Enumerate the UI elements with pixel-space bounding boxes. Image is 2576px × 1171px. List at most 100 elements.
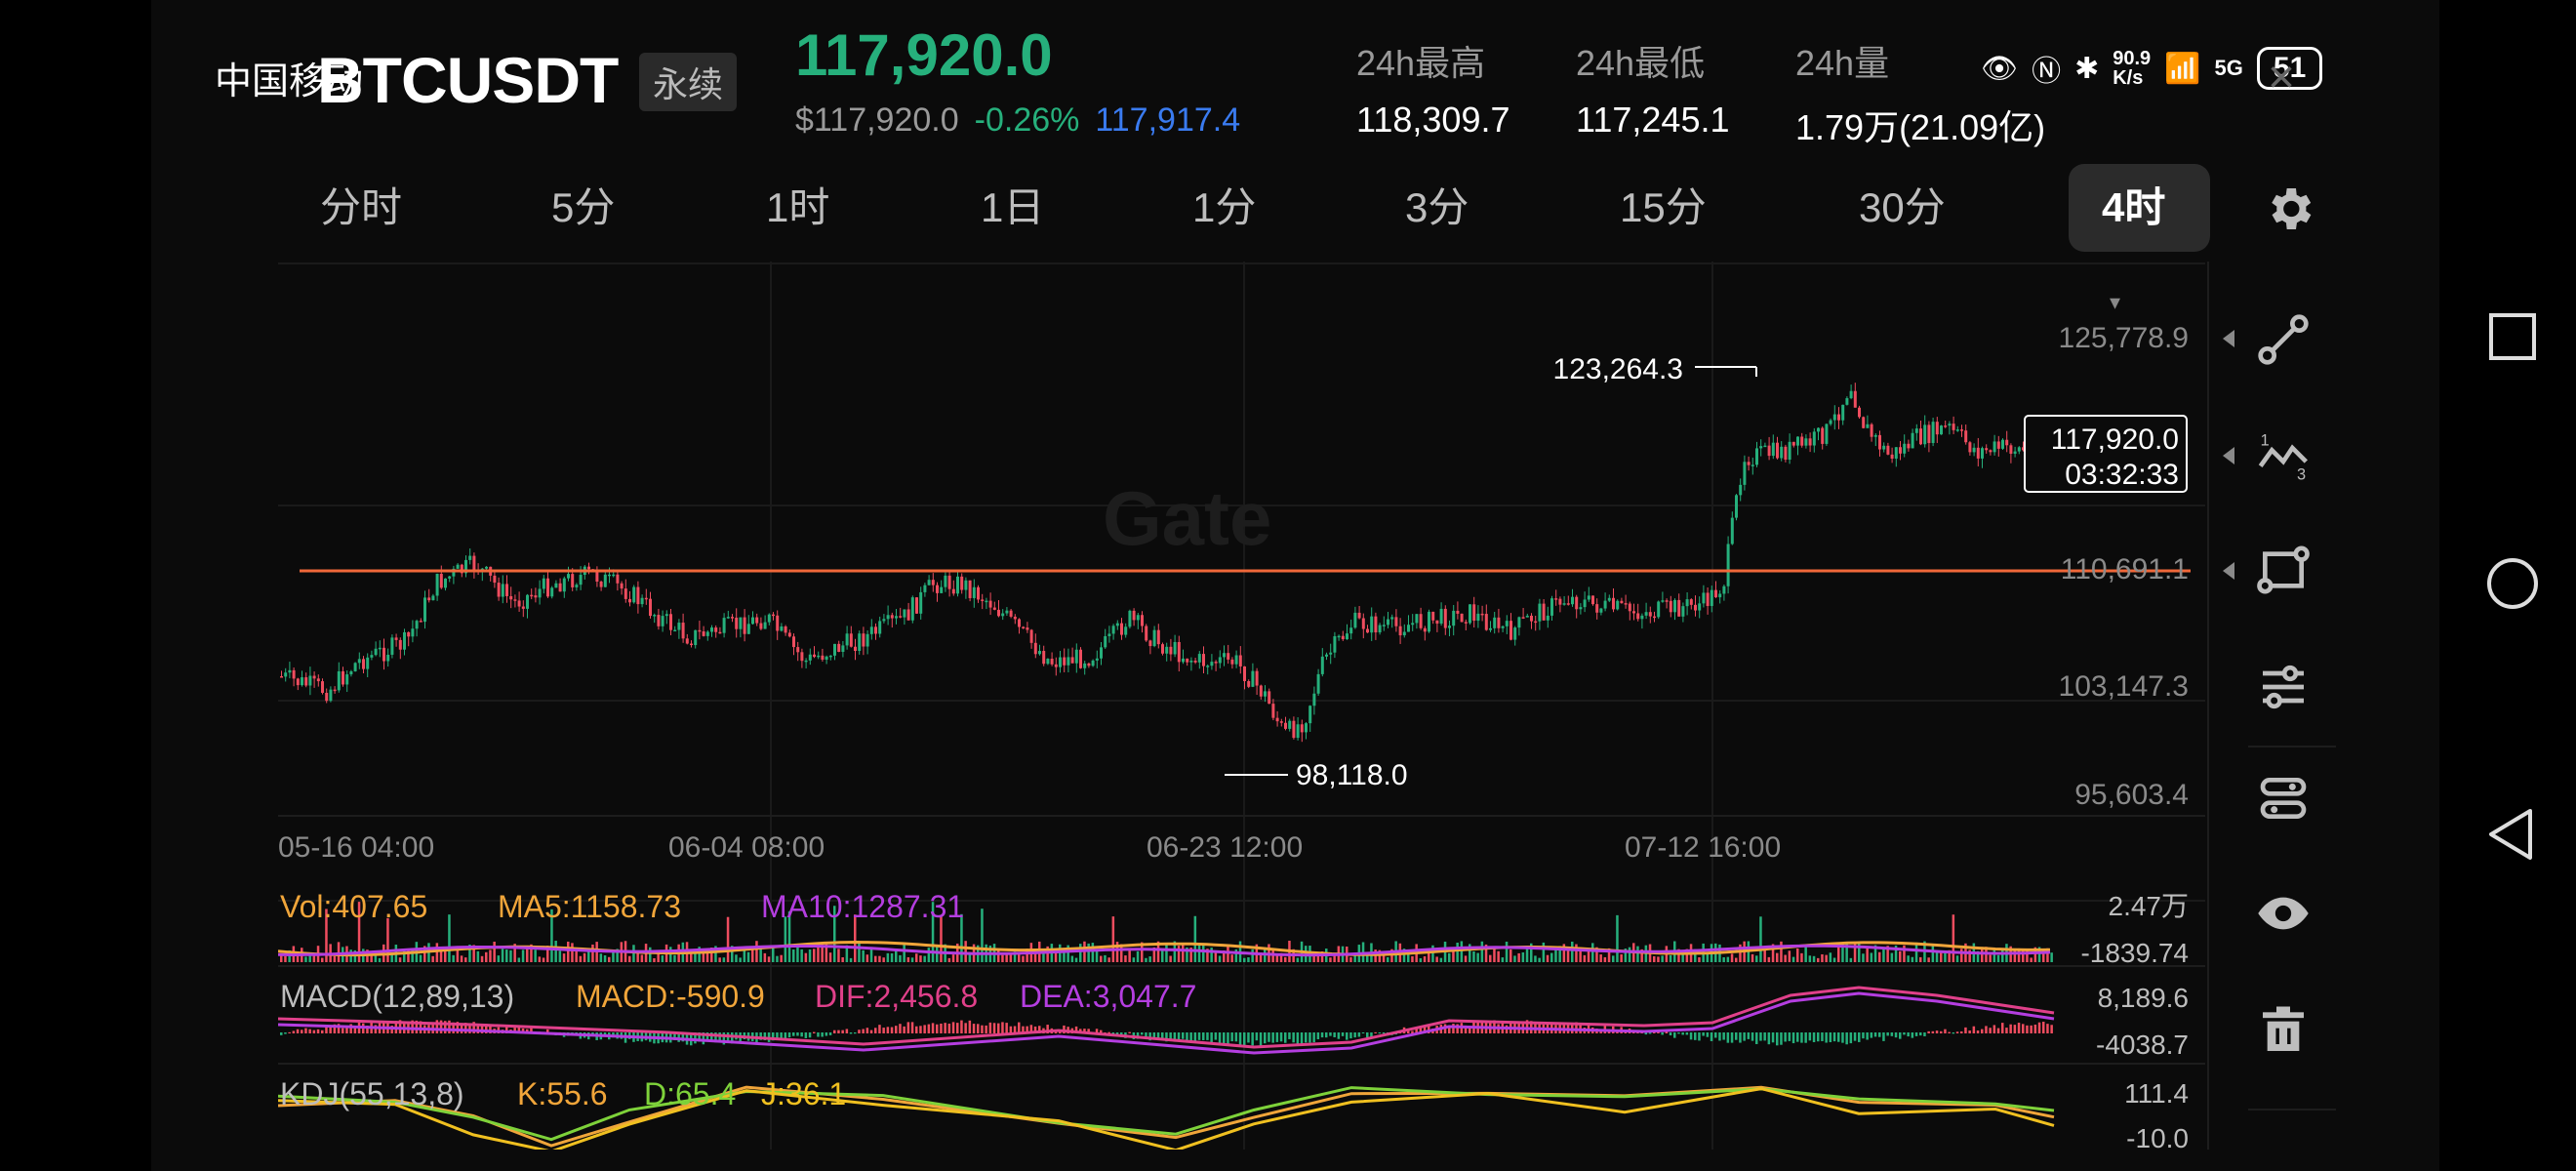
macd-histogram-bar (1296, 1032, 1300, 1044)
tab-3m[interactable]: 3分 (1405, 164, 1469, 252)
back-icon[interactable] (2474, 795, 2552, 873)
candle (1022, 626, 1026, 628)
close-icon[interactable]: × (2262, 55, 2301, 101)
home-icon[interactable] (2474, 545, 2552, 623)
macd-histogram-bar (1914, 1032, 1918, 1036)
volume-bar (1931, 946, 1935, 962)
candle (1648, 612, 1652, 617)
fib-icon[interactable]: 13 (2256, 427, 2311, 482)
candle (1628, 603, 1631, 612)
drawing-toolbar: 13 (2207, 262, 2375, 1150)
macd-histogram-bar (2001, 1023, 2004, 1033)
candle (1333, 635, 1337, 653)
macd-histogram-bar (1214, 1032, 1218, 1040)
candle (431, 595, 435, 601)
volume-bar (497, 955, 501, 962)
candle (530, 594, 534, 597)
candle (1046, 659, 1050, 665)
expand-arrow-icon[interactable] (2223, 330, 2234, 347)
volume-bar (1955, 955, 1959, 962)
candle (1033, 642, 1037, 655)
volume-bar (1423, 956, 1427, 962)
candle (854, 646, 857, 652)
candle (833, 643, 836, 656)
candle (903, 609, 906, 618)
tab-15m[interactable]: 15分 (1620, 164, 1707, 252)
tab-5m[interactable]: 5分 (551, 164, 615, 252)
macd-histogram-bar (1870, 1032, 1873, 1038)
macd-histogram-bar (1325, 1032, 1328, 1038)
expand-arrow-icon[interactable] (2223, 562, 2234, 580)
tab-1d[interactable]: 1日 (981, 164, 1044, 252)
candle (1464, 622, 1468, 624)
candle (1305, 723, 1308, 733)
price-axis-label: 110,691.1 (2061, 553, 2189, 586)
candle (1525, 615, 1529, 618)
volume-bar (1349, 956, 1352, 962)
tab-30m[interactable]: 30分 (1859, 164, 1946, 252)
macd-histogram-bar (919, 1026, 922, 1033)
volume-bar (1996, 954, 2000, 962)
macd-histogram-bar (2005, 1028, 2008, 1033)
eye-icon[interactable] (2256, 886, 2311, 941)
macd-histogram-bar (1858, 1032, 1861, 1042)
indicator-settings-icon[interactable] (2256, 660, 2311, 714)
candle (562, 578, 566, 592)
trendline-icon[interactable] (2256, 312, 2311, 367)
tab-4h[interactable]: 4时 ▾ (2069, 164, 2210, 314)
candle (1603, 600, 1607, 609)
candle (1849, 390, 1853, 399)
vol-ma10-line (278, 944, 2051, 957)
recent-apps-icon[interactable] (2474, 298, 2552, 376)
volume-bar (1791, 956, 1795, 962)
macd-histogram-bar (280, 1032, 283, 1035)
layers-icon[interactable] (2256, 771, 2311, 826)
volume-bar (1218, 955, 1222, 962)
candle (1382, 625, 1386, 626)
candle (865, 633, 869, 647)
kline-chart[interactable]: Gate 125,778.9 110,691.1 103,147.3 95,603.4… (278, 262, 2205, 1150)
candle (1530, 615, 1533, 622)
macd-histogram-bar (1227, 1032, 1229, 1045)
volume-bar (1804, 946, 1807, 962)
macd-histogram-bar (854, 1032, 857, 1034)
macd-histogram-bar (1288, 1032, 1291, 1039)
symbol-title[interactable]: BTCUSDT (317, 43, 619, 117)
candle (1095, 658, 1099, 661)
macd-histogram-bar (1005, 1023, 1008, 1033)
volume-bar (1825, 954, 1828, 962)
macd-histogram-bar (821, 1032, 824, 1037)
macd-histogram-bar (1206, 1032, 1209, 1040)
candle (378, 647, 382, 650)
macd-histogram-bar (1743, 1032, 1746, 1041)
candle (1346, 633, 1348, 640)
trash-icon[interactable] (2256, 1003, 2311, 1058)
volume-bar (899, 954, 902, 962)
tab-timeline[interactable]: 分时 (320, 164, 402, 252)
candle (972, 586, 976, 598)
candle (1546, 615, 1550, 621)
tab-1h[interactable]: 1时 (766, 164, 829, 252)
gear-icon[interactable] (2262, 182, 2316, 236)
macd-histogram-bar (1767, 1032, 1771, 1045)
volume-bar (308, 955, 311, 962)
candle (1612, 597, 1615, 610)
toolbar-divider (2248, 746, 2336, 747)
candle (1316, 673, 1320, 694)
candle (1702, 592, 1706, 604)
volume-bar (1136, 950, 1140, 962)
tab-1m[interactable]: 1分 (1192, 164, 1256, 252)
macd-histogram-bar (2022, 1024, 2025, 1033)
macd-histogram-bar (1710, 1032, 1713, 1041)
macd-histogram-bar (1243, 1032, 1246, 1046)
volume-bar (919, 955, 922, 962)
macd-histogram-bar (992, 1023, 996, 1033)
candle (603, 574, 607, 587)
volume-bar (1681, 953, 1684, 962)
macd-histogram-bar (1873, 1032, 1877, 1037)
stat-label: 24h量 (1795, 43, 1890, 83)
candle (534, 595, 538, 598)
rectangle-icon[interactable] (2256, 543, 2311, 597)
expand-arrow-icon[interactable] (2223, 447, 2234, 464)
candle (415, 621, 419, 629)
